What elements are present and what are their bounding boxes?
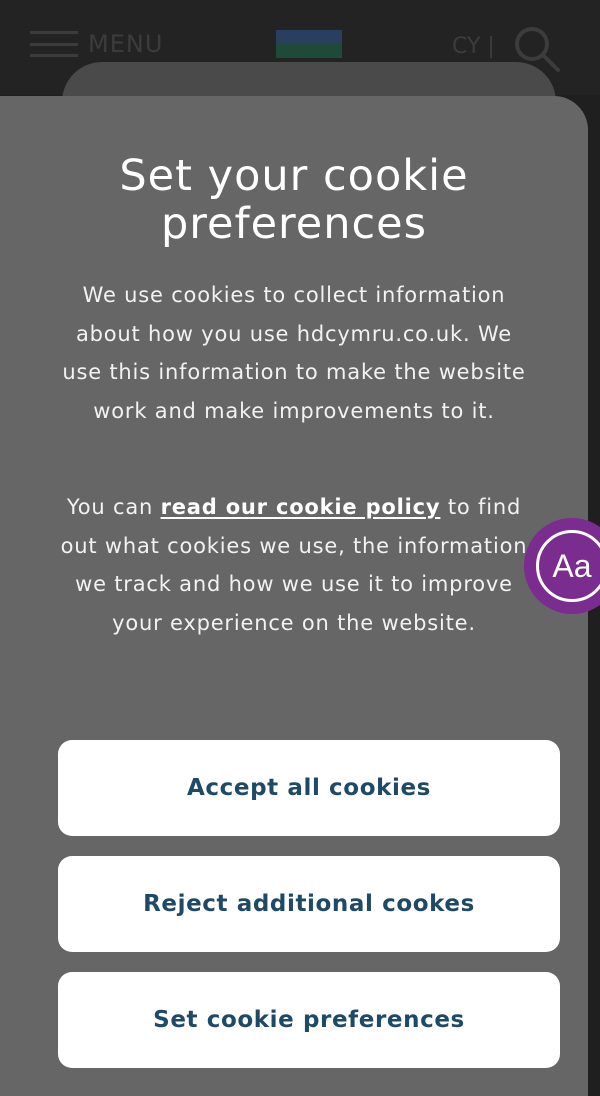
menu-label: MENU (88, 30, 164, 58)
text-size-icon: Aa (536, 530, 600, 602)
cookie-policy-paragraph: You can read our cookie policy to find o… (55, 488, 533, 642)
accept-all-cookies-button[interactable]: Accept all cookies (58, 740, 560, 836)
site-header: MENU CY | (0, 0, 600, 142)
reject-additional-cookies-button[interactable]: Reject additional cookes (58, 856, 560, 952)
language-toggle[interactable]: CY | (452, 34, 495, 59)
policy-text-before: You can (66, 495, 161, 519)
menu-button[interactable]: MENU (30, 30, 163, 58)
cookie-policy-link[interactable]: read our cookie policy (161, 495, 441, 519)
modal-title: Set your cookie preferences (119, 151, 469, 249)
cookie-description: We use cookies to collect information ab… (62, 283, 526, 423)
site-logo[interactable] (276, 30, 342, 58)
hamburger-icon (30, 31, 78, 57)
set-cookie-preferences-button[interactable]: Set cookie preferences (58, 972, 560, 1068)
